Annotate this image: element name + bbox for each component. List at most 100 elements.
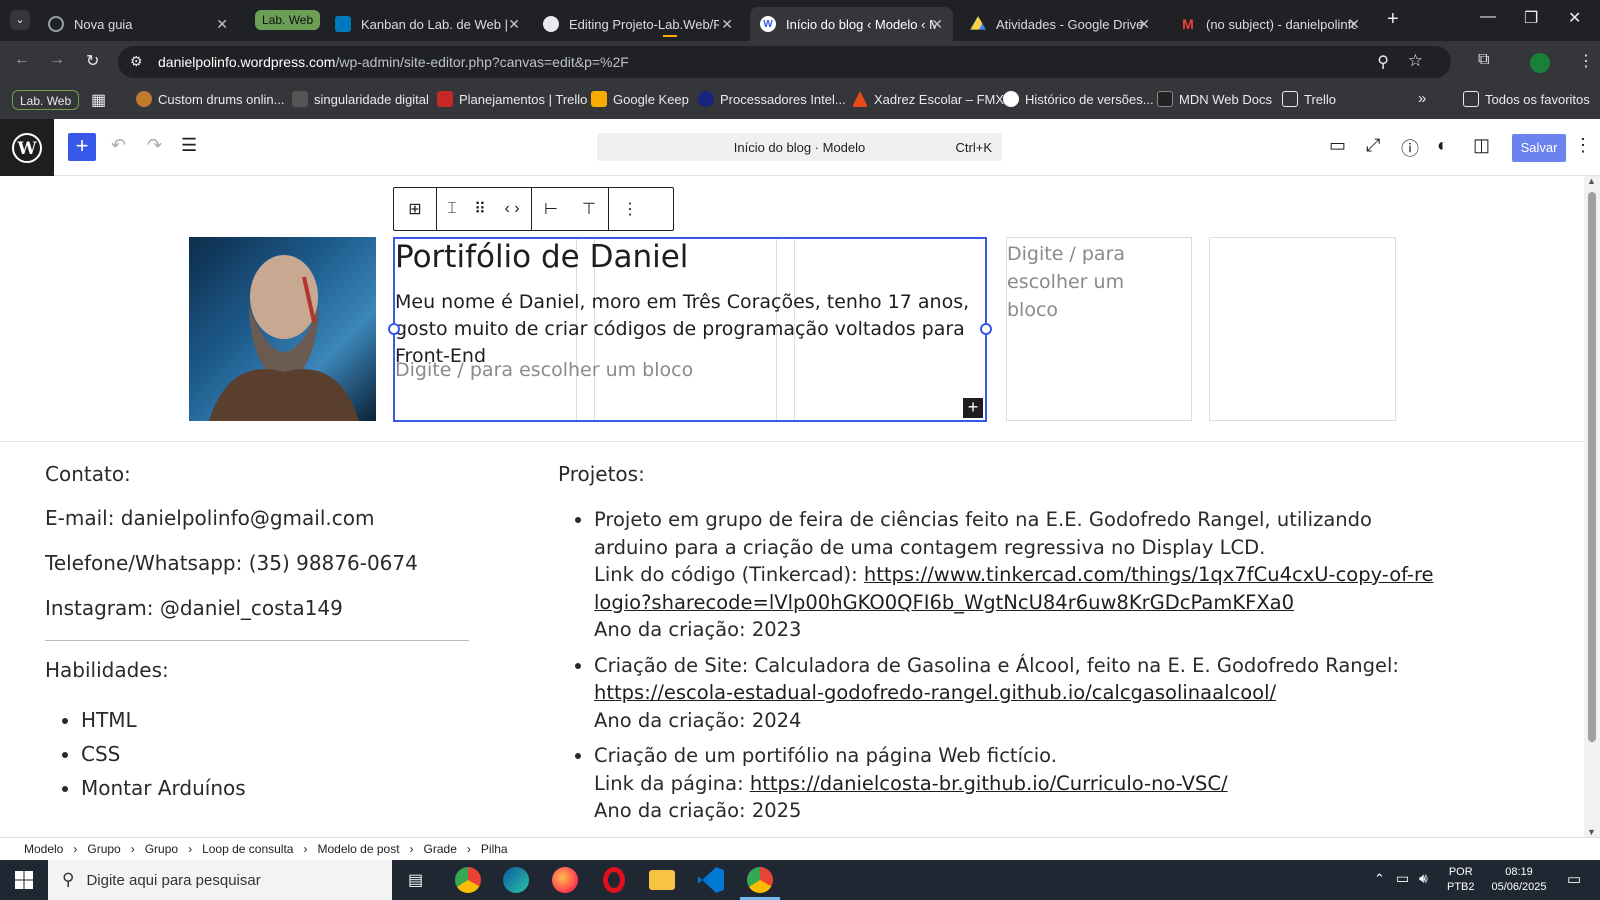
undo-icon[interactable]: ↶ <box>111 135 126 156</box>
profile-icon[interactable] <box>1530 53 1550 73</box>
projects-heading[interactable]: Projetos: <box>558 462 645 486</box>
network-icon[interactable]: ▭ <box>1396 870 1409 887</box>
volume-icon[interactable]: 🔊︎ <box>1419 870 1428 887</box>
tab-group-chip[interactable]: Lab. Web <box>255 10 321 30</box>
tab-drive[interactable]: Atividades - Google Drive ✕ <box>960 7 1160 41</box>
bookmark-item[interactable]: Xadrez Escolar – FMX <box>852 91 1004 107</box>
project-link[interactable]: https://danielcosta-br.github.io/Curricu… <box>750 772 1228 795</box>
breadcrumb-item[interactable]: Modelo de post › <box>317 842 423 856</box>
new-tab-icon[interactable]: + <box>1387 8 1399 31</box>
extensions-icon[interactable]: ⧉ <box>1478 51 1489 69</box>
list-view-icon[interactable]: ☰ <box>181 135 197 156</box>
close-icon[interactable]: ✕ <box>721 16 733 33</box>
contact-email[interactable]: E-mail: danielpolinfo@gmail.com <box>45 506 374 530</box>
list-item[interactable]: CSS <box>81 737 246 771</box>
styles-icon[interactable]: ◐ <box>1437 135 1448 156</box>
grid-block-icon[interactable]: ⊞ <box>394 188 436 230</box>
vscode-taskbar-icon[interactable] <box>698 867 724 893</box>
restore-icon[interactable]: ❐ <box>1524 8 1538 28</box>
breadcrumb-item[interactable]: Grupo › <box>87 842 144 856</box>
bookmark-star-icon[interactable]: ☆ <box>1408 51 1423 71</box>
command-palette-button[interactable]: Início do blog · Modelo Ctrl+K <box>597 133 1002 161</box>
task-view-icon[interactable]: ▤ <box>408 870 423 890</box>
chrome-menu-icon[interactable]: ⋮ <box>1578 51 1594 71</box>
scroll-up-icon[interactable]: ▲ <box>1587 176 1596 186</box>
bookmark-item[interactable]: Planejamentos | Trello <box>437 91 587 107</box>
block-inserter-button[interactable]: + <box>68 133 96 161</box>
breadcrumb-item[interactable]: Grupo › <box>145 842 202 856</box>
minimize-icon[interactable]: — <box>1480 8 1496 26</box>
close-icon[interactable]: ✕ <box>931 16 943 33</box>
close-icon[interactable]: ✕ <box>216 16 228 33</box>
resize-handle-right[interactable] <box>980 323 992 335</box>
select-parent-icon[interactable]: ⌶ <box>437 188 467 230</box>
align-top-icon[interactable]: ⊤ <box>570 188 608 230</box>
justify-left-icon[interactable]: ⊢ <box>532 188 570 230</box>
settings-sidebar-icon[interactable]: ◫ <box>1473 135 1490 156</box>
portfolio-title[interactable]: Portifólio de Daniel <box>395 239 688 275</box>
close-window-icon[interactable]: ✕ <box>1568 8 1581 28</box>
more-bookmarks-icon[interactable]: » <box>1418 90 1426 107</box>
drag-handle-icon[interactable]: ⠿ <box>467 188 493 230</box>
tab-github[interactable]: Editing Projeto-Lab.Web/R ✕ <box>533 7 743 41</box>
windows-start-icon[interactable] <box>15 871 33 889</box>
tray-chevron-icon[interactable]: ⌃ <box>1374 871 1385 887</box>
view-icon[interactable]: ▭ <box>1329 135 1346 156</box>
apps-grid-icon[interactable]: ▦ <box>91 90 106 110</box>
canvas-scrollbar[interactable]: ▲ ▼ <box>1584 176 1600 837</box>
help-icon[interactable]: ⓘ <box>1401 135 1419 161</box>
firefox-taskbar-icon[interactable] <box>552 867 578 893</box>
list-item[interactable]: Projeto em grupo de feira de ciências fe… <box>594 506 1438 644</box>
list-item[interactable]: Criação de Site: Calculadora de Gasolina… <box>594 652 1438 735</box>
notifications-icon[interactable]: ▭ <box>1567 870 1581 888</box>
bookmark-folder[interactable]: Trello <box>1282 91 1336 107</box>
clock[interactable]: 08:19 05/06/2025 <box>1480 865 1558 895</box>
wordpress-logo-button[interactable]: W <box>0 119 54 176</box>
block-placeholder[interactable]: Digite / para escolher um bloco <box>1007 240 1167 324</box>
language-indicator[interactable]: POR PTB2 <box>1447 865 1475 895</box>
chrome-taskbar-icon[interactable] <box>455 867 481 893</box>
contact-instagram[interactable]: Instagram: @daniel_costa149 <box>45 596 343 620</box>
options-icon[interactable]: ⋮ <box>1574 135 1592 156</box>
close-icon[interactable]: ✕ <box>1348 16 1360 33</box>
redo-icon[interactable]: ↷ <box>147 135 162 156</box>
chrome-active-taskbar-icon[interactable] <box>747 867 773 893</box>
file-explorer-icon[interactable] <box>649 870 675 890</box>
move-arrows-icon[interactable]: ‹ › <box>493 188 531 230</box>
edge-taskbar-icon[interactable] <box>503 867 529 893</box>
forward-icon[interactable]: → <box>49 51 65 69</box>
more-options-icon[interactable]: ⋮ <box>609 188 651 230</box>
site-info-icon[interactable]: ⚙ <box>130 53 143 70</box>
empty-grid-cell[interactable]: Digite / para escolher um bloco <box>1006 237 1192 421</box>
bookmark-item[interactable]: Google Keep <box>591 91 689 107</box>
bookmark-item[interactable]: Processadores Intel... <box>698 91 846 107</box>
breadcrumb-item[interactable]: Grade › <box>424 842 481 856</box>
contact-heading[interactable]: Contato: <box>45 462 131 486</box>
close-icon[interactable]: ✕ <box>1138 16 1150 33</box>
breadcrumb-item[interactable]: Loop de consulta › <box>202 842 317 856</box>
back-icon[interactable]: ← <box>14 51 30 69</box>
selected-group-block[interactable]: Portifólio de Daniel Meu nome é Daniel, … <box>388 237 992 422</box>
contact-phone[interactable]: Telefone/Whatsapp: (35) 98876-0674 <box>45 551 418 575</box>
bookmark-item[interactable]: singularidade digital <box>292 91 429 107</box>
tab-search-icon[interactable]: ⌄ <box>10 10 30 30</box>
skills-heading[interactable]: Habilidades: <box>45 658 169 682</box>
opera-taskbar-icon[interactable] <box>603 867 625 893</box>
close-icon[interactable]: ✕ <box>508 16 520 33</box>
resize-handle-left[interactable] <box>388 323 400 335</box>
bookmark-item[interactable]: Histórico de versões... <box>1003 91 1154 107</box>
list-item[interactable]: Montar Arduínos <box>81 771 246 805</box>
block-placeholder[interactable]: Digite / para escolher um bloco <box>395 359 693 381</box>
scroll-down-icon[interactable]: ▼ <box>1587 827 1596 837</box>
fullscreen-icon[interactable]: ⤢ <box>1366 135 1380 156</box>
empty-grid-cell[interactable] <box>1209 237 1396 421</box>
all-bookmarks-folder[interactable]: Todos os favoritos <box>1463 91 1590 107</box>
breadcrumb-item[interactable]: Pilha <box>481 842 508 856</box>
tab-gmail[interactable]: M (no subject) - danielpolinfo ✕ <box>1170 7 1370 41</box>
scrollbar-thumb[interactable] <box>1588 192 1596 742</box>
bookmark-group-chip[interactable]: Lab. Web <box>12 90 80 110</box>
save-button[interactable]: Salvar <box>1512 134 1566 162</box>
tab-nova-guia[interactable]: Nova guia ✕ <box>38 7 238 41</box>
bookmark-item[interactable]: MDN Web Docs <box>1157 91 1272 107</box>
list-item[interactable]: HTML <box>81 703 246 737</box>
